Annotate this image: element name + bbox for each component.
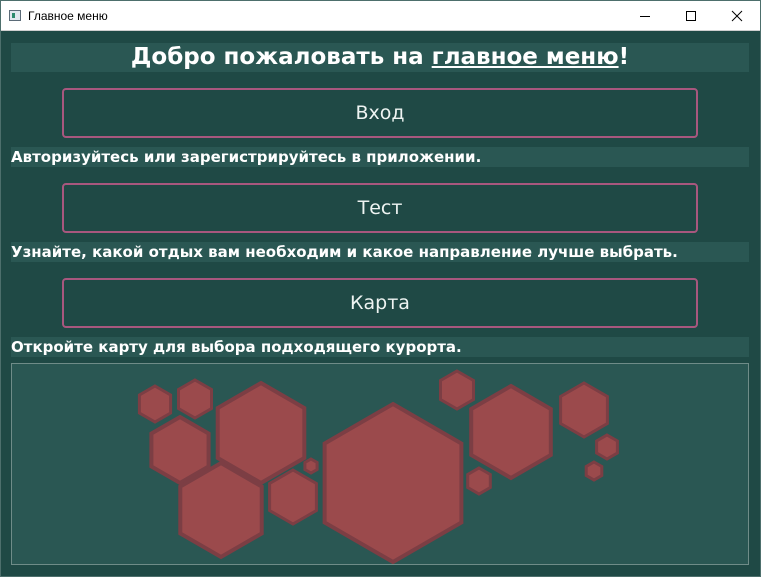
close-icon: [731, 10, 743, 21]
title-suffix: !: [618, 44, 630, 70]
login-description: Авторизуйтесь или зарегистрируйтесь в пр…: [11, 148, 482, 166]
window-title: Главное меню: [28, 9, 108, 23]
hexagon-shape: [303, 457, 319, 475]
hexagon-shape: [595, 433, 619, 461]
map-button[interactable]: Карта: [62, 278, 698, 328]
hexagon-shape: [584, 460, 604, 482]
maximize-button[interactable]: [668, 1, 714, 30]
test-description: Узнайте, какой отдых вам необходим и как…: [11, 243, 678, 261]
test-description-band: Узнайте, какой отдых вам необходим и как…: [11, 242, 749, 262]
page-title: Добро пожаловать на главное меню!: [11, 43, 749, 72]
app-window: Главное меню Добро пожаловать на главное…: [0, 0, 761, 577]
map-description: Откройте карту для выбора подходящего ку…: [11, 338, 462, 356]
minimize-icon: [640, 15, 650, 17]
minimize-button[interactable]: [622, 1, 668, 30]
header-banner: Добро пожаловать на главное меню!: [11, 43, 749, 72]
login-button[interactable]: Вход: [62, 88, 698, 138]
hexagon-shape: [466, 466, 492, 496]
hexagon-shape: [177, 378, 213, 420]
app-icon: [9, 10, 21, 21]
hexagon-shape: [268, 468, 318, 526]
close-button[interactable]: [714, 1, 760, 30]
hexagon-shape: [469, 383, 553, 481]
hexagon-illustration: [11, 363, 749, 565]
maximize-icon: [686, 10, 696, 21]
hexagon-shape: [439, 369, 475, 411]
hexagon-pattern: [137, 369, 619, 564]
test-button[interactable]: Тест: [62, 183, 698, 233]
title-prefix: Добро пожаловать на: [130, 44, 432, 70]
title-bar[interactable]: Главное меню: [1, 1, 760, 31]
map-description-band: Откройте карту для выбора подходящего ку…: [11, 337, 749, 357]
hexagon-shape: [559, 381, 609, 439]
hexagon-shape: [137, 384, 173, 424]
login-description-band: Авторизуйтесь или зарегистрируйтесь в пр…: [11, 147, 749, 167]
title-link[interactable]: главное меню: [432, 44, 619, 70]
hexagon-shape: [322, 401, 464, 564]
